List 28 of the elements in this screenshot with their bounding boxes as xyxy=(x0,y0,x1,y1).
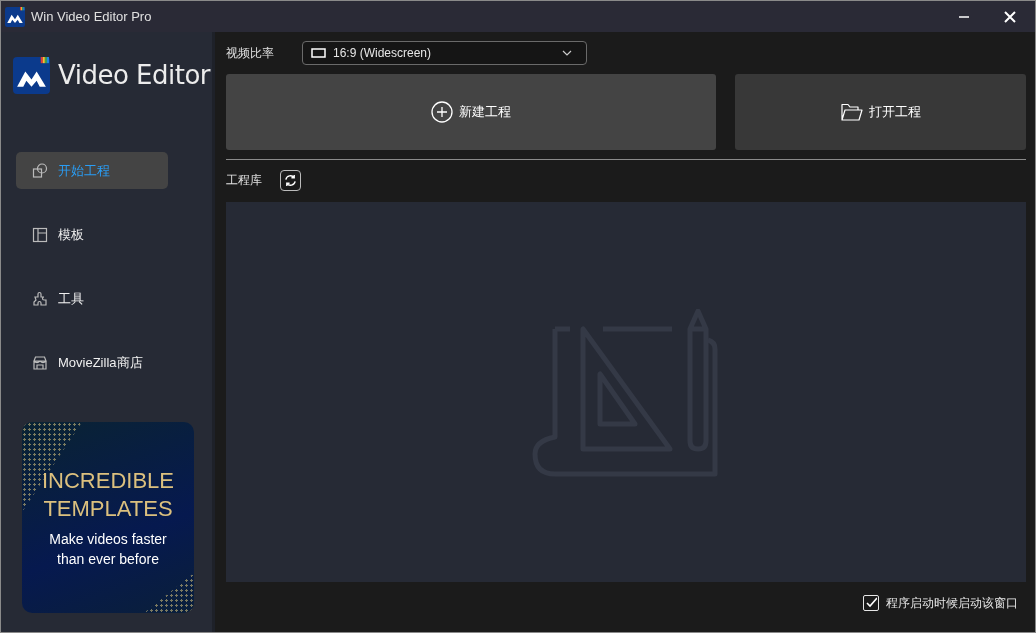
sidebar-item[interactable]: 模板 xyxy=(16,216,168,253)
new-project-button[interactable]: 新建工程 xyxy=(226,74,716,150)
shapes-icon xyxy=(32,162,48,179)
refresh-icon xyxy=(284,173,297,187)
chevron-down-icon xyxy=(562,50,572,56)
banner-subline: Make videos faster than ever before xyxy=(49,529,167,569)
library-label: 工程库 xyxy=(226,172,263,189)
window-title: Win Video Editor Pro xyxy=(31,7,152,26)
app-logo-icon xyxy=(5,6,25,27)
checkmark-icon xyxy=(865,597,877,609)
puzzle-icon xyxy=(32,290,48,307)
refresh-button[interactable] xyxy=(280,169,301,191)
aspect-ratio-dropdown[interactable]: 16:9 (Widescreen) xyxy=(302,41,587,65)
startup-checkbox[interactable]: 程序启动时候启动该窗口 xyxy=(863,594,1018,612)
folder-icon xyxy=(840,103,863,121)
add-circle-icon xyxy=(431,101,453,123)
sidebar-item[interactable]: 工具 xyxy=(16,280,168,317)
sidebar-item[interactable]: MovieZilla商店 xyxy=(16,344,168,381)
close-icon xyxy=(1004,10,1016,23)
logo-text: Video Editor xyxy=(58,58,211,92)
store-icon xyxy=(32,354,48,371)
layout-icon xyxy=(32,226,48,243)
app-logo-icon xyxy=(13,56,50,94)
aspect-ratio-label: 视频比率 xyxy=(226,45,275,62)
widescreen-icon xyxy=(311,48,326,58)
open-project-button[interactable]: 打开工程 xyxy=(735,74,1026,150)
banner-headline: INCREDIBLE TEMPLATES xyxy=(41,466,174,523)
promo-banner[interactable]: INCREDIBLE TEMPLATES Make videos faster than ever before xyxy=(22,422,194,613)
